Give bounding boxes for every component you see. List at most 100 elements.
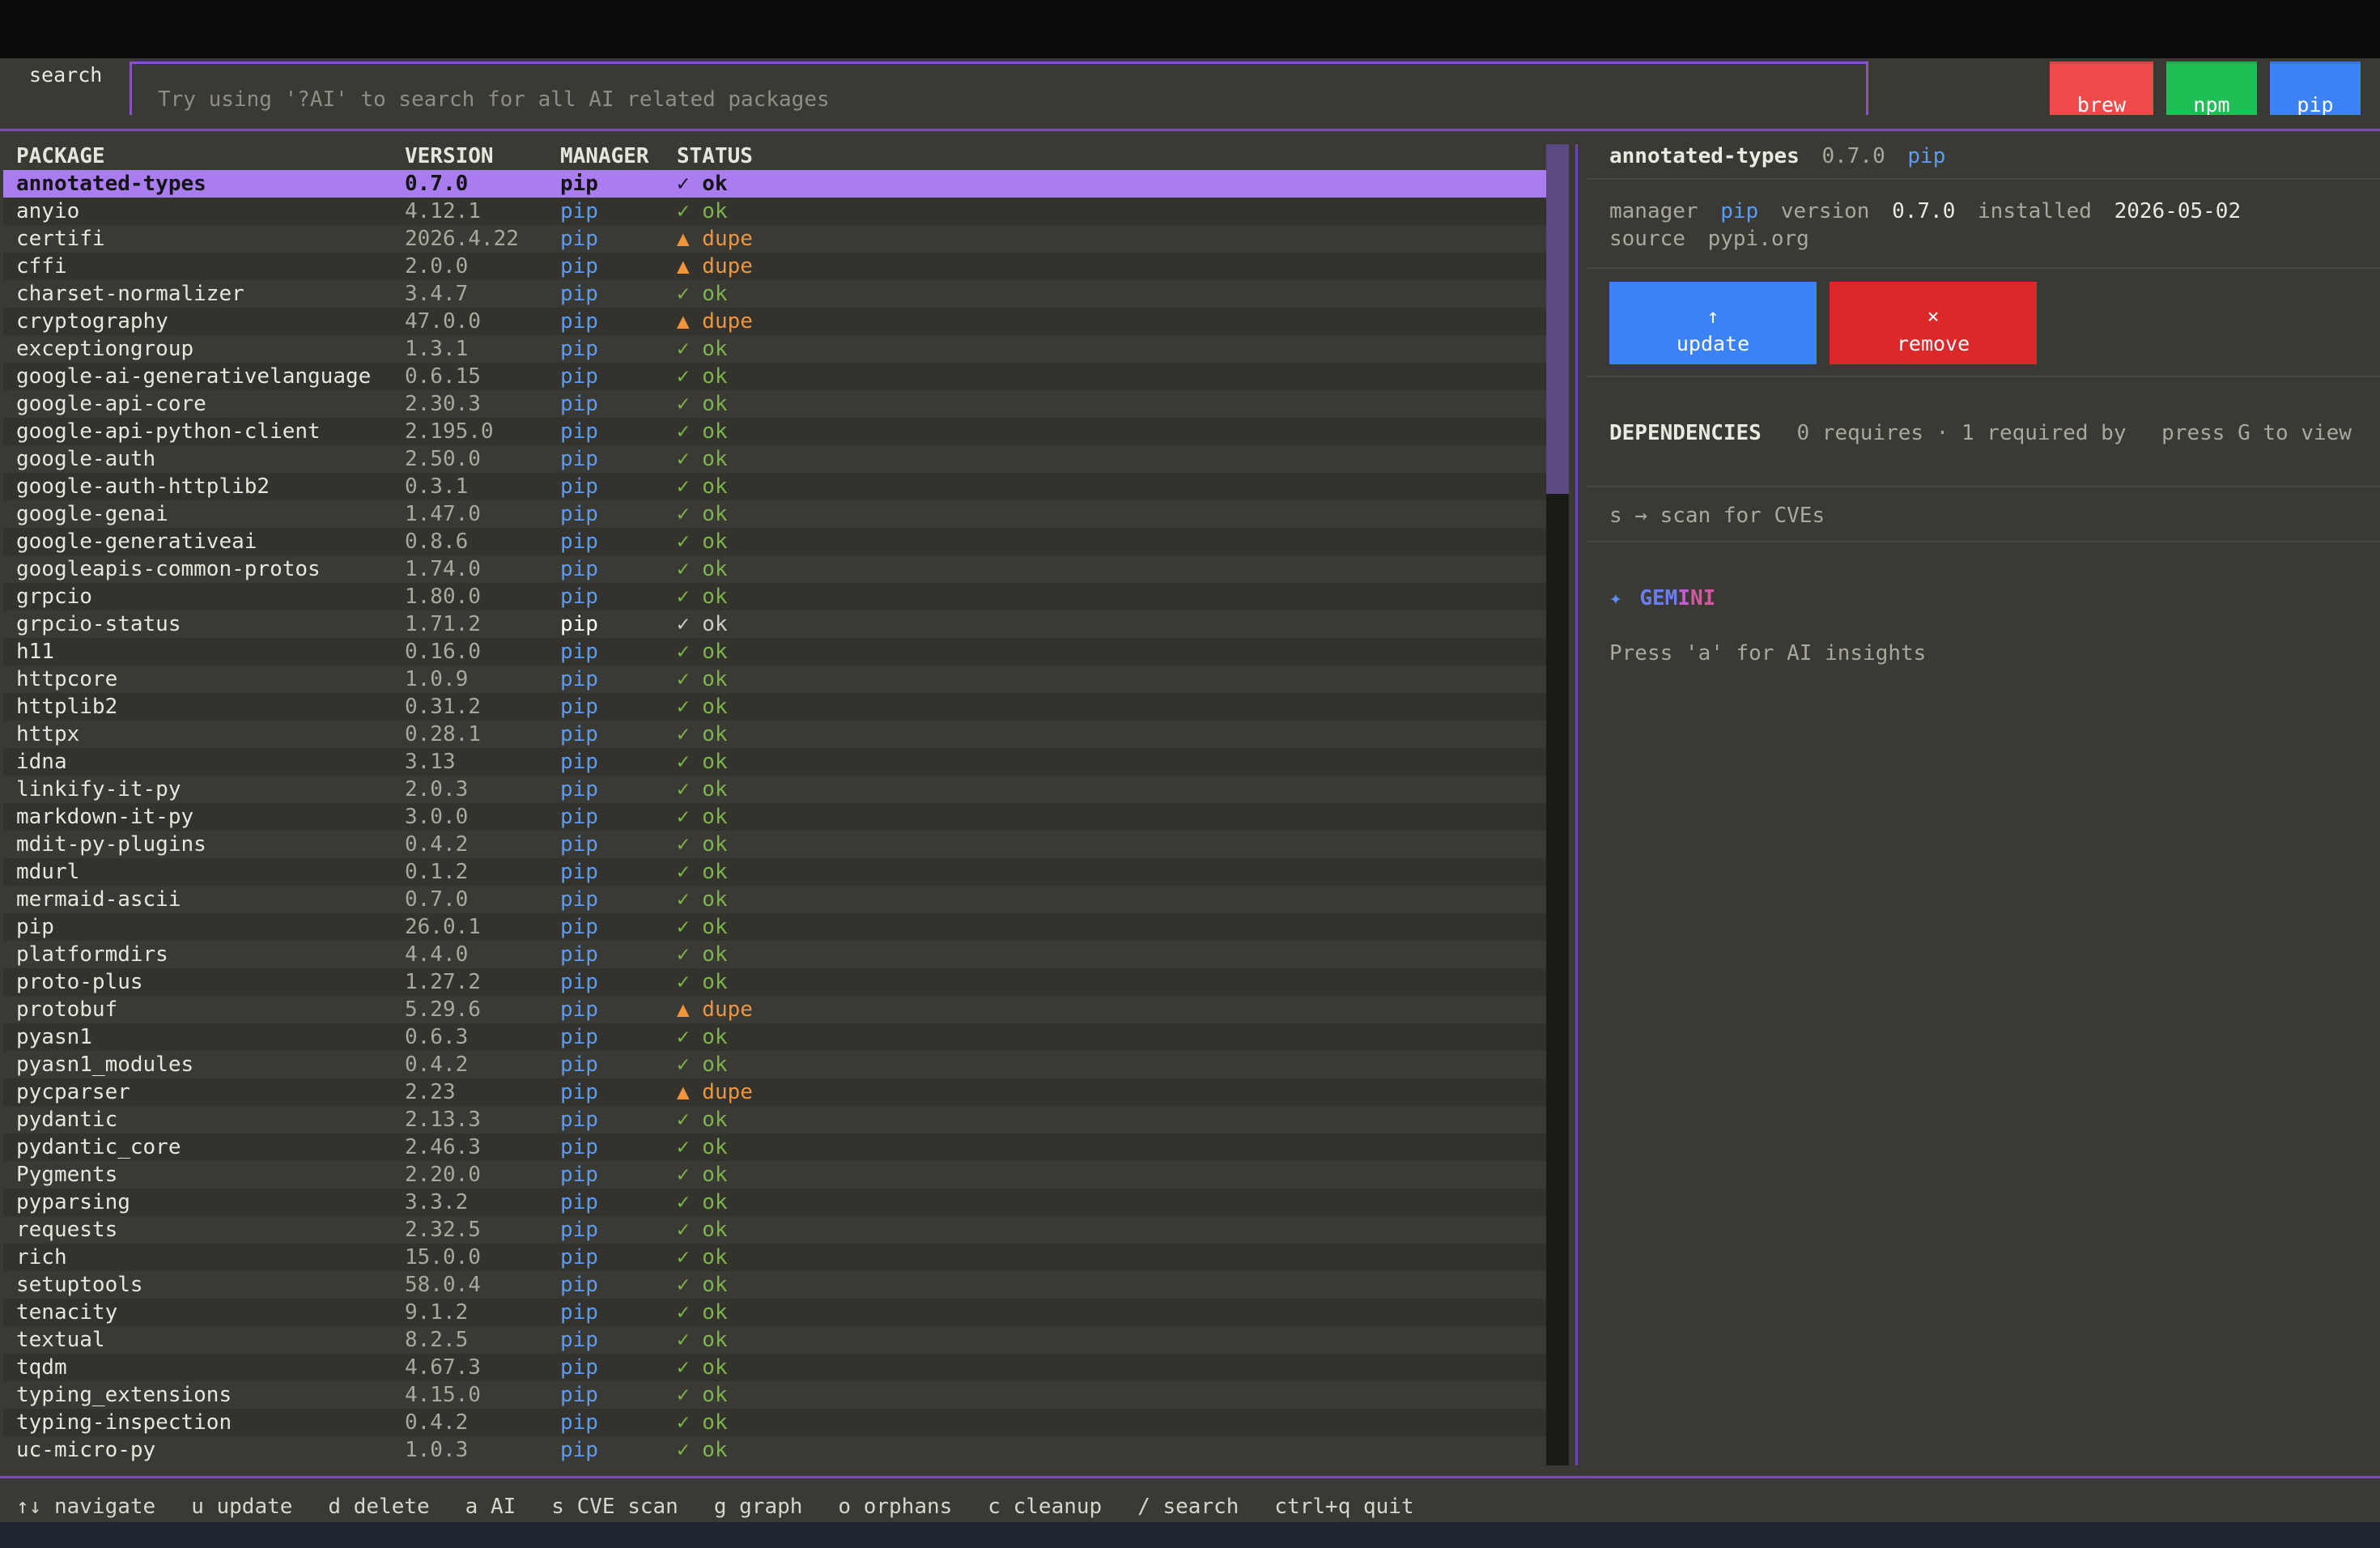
header-status[interactable]: STATUS: [677, 142, 753, 170]
key-hint-update[interactable]: u update: [191, 1493, 292, 1520]
table-row[interactable]: tqdm 4.67.3 pip ✓ ok: [3, 1354, 1546, 1381]
table-row[interactable]: mdit-py-plugins 0.4.2 pip ✓ ok: [3, 831, 1546, 858]
table-row[interactable]: protobuf 5.29.6 pip ▲ dupe: [3, 996, 1546, 1023]
table-row[interactable]: google-api-python-client 2.195.0 pip ✓ ok: [3, 418, 1546, 445]
search-box[interactable]: [130, 62, 1868, 116]
table-row[interactable]: pydantic 2.13.3 pip ✓ ok: [3, 1106, 1546, 1133]
table-row[interactable]: setuptools 58.0.4 pip ✓ ok: [3, 1271, 1546, 1299]
manager-cell: pip: [560, 227, 598, 251]
ai-insights-hint[interactable]: Press 'a' for AI insights: [1609, 640, 1926, 667]
key-hint-graph[interactable]: g graph: [714, 1493, 803, 1520]
table-row[interactable]: exceptiongroup 1.3.1 pip ✓ ok: [3, 335, 1546, 363]
status-cell: ▲ dupe: [677, 254, 753, 279]
table-row[interactable]: mdurl 0.1.2 pip ✓ ok: [3, 858, 1546, 886]
table-row[interactable]: pycparser 2.23 pip ▲ dupe: [3, 1078, 1546, 1106]
header-version[interactable]: VERSION: [405, 142, 494, 170]
key-hint-search[interactable]: / search: [1137, 1493, 1239, 1520]
cve-scan-hint[interactable]: s → scan for CVEs: [1609, 502, 1825, 529]
version-cell: 0.7.0: [405, 887, 469, 912]
package-name-cell: google-generativeai: [16, 529, 257, 554]
dependencies-hint[interactable]: press G to view: [2161, 421, 2352, 445]
package-name-cell: protobuf: [16, 997, 118, 1022]
table-row[interactable]: mermaid-ascii 0.7.0 pip ✓ ok: [3, 886, 1546, 913]
update-button[interactable]: ↑ update: [1609, 282, 1817, 364]
gemini-label-b: I: [1677, 586, 1690, 610]
table-row[interactable]: cryptography 47.0.0 pip ▲ dupe: [3, 308, 1546, 335]
table-row[interactable]: google-generativeai 0.8.6 pip ✓ ok: [3, 528, 1546, 555]
table-row[interactable]: platformdirs 4.4.0 pip ✓ ok: [3, 941, 1546, 968]
table-row[interactable]: httplib2 0.31.2 pip ✓ ok: [3, 693, 1546, 721]
version-cell: 2.30.3: [405, 392, 481, 416]
table-row[interactable]: typing-inspection 0.4.2 pip ✓ ok: [3, 1409, 1546, 1436]
remove-button[interactable]: × remove: [1830, 282, 2037, 364]
key-hint-cleanup[interactable]: c cleanup: [988, 1493, 1102, 1520]
table-row[interactable]: cffi 2.0.0 pip ▲ dupe: [3, 253, 1546, 280]
table-row[interactable]: requests 2.32.5 pip ✓ ok: [3, 1216, 1546, 1244]
table-row[interactable]: grpcio 1.80.0 pip ✓ ok: [3, 583, 1546, 610]
table-row[interactable]: googleapis-common-protos 1.74.0 pip ✓ ok: [3, 555, 1546, 583]
table-row[interactable]: Pygments 2.20.0 pip ✓ ok: [3, 1161, 1546, 1189]
header-manager[interactable]: MANAGER: [560, 142, 649, 170]
table-row[interactable]: pyasn1_modules 0.4.2 pip ✓ ok: [3, 1051, 1546, 1078]
manager-button-pip[interactable]: pip: [2270, 62, 2361, 115]
package-name-cell: anyio: [16, 199, 80, 223]
version-cell: 0.8.6: [405, 529, 469, 554]
table-row[interactable]: markdown-it-py 3.0.0 pip ✓ ok: [3, 803, 1546, 831]
table-row[interactable]: tenacity 9.1.2 pip ✓ ok: [3, 1299, 1546, 1326]
manager-cell: pip: [560, 447, 598, 471]
key-hint-cve-scan[interactable]: s CVE scan: [551, 1493, 678, 1520]
manager-button-npm[interactable]: npm: [2166, 62, 2257, 115]
status-cell: ✓ ok: [677, 1410, 728, 1435]
table-row[interactable]: google-auth 2.50.0 pip ✓ ok: [3, 445, 1546, 473]
table-row[interactable]: uc-micro-py 1.0.3 pip ✓ ok: [3, 1436, 1546, 1464]
package-name-cell: rich: [16, 1245, 67, 1269]
table-row[interactable]: charset-normalizer 3.4.7 pip ✓ ok: [3, 280, 1546, 308]
table-row[interactable]: httpcore 1.0.9 pip ✓ ok: [3, 666, 1546, 693]
package-name-cell: linkify-it-py: [16, 777, 181, 802]
table-row[interactable]: google-ai-generativelanguage 0.6.15 pip ✓ o…: [3, 363, 1546, 390]
manager-cell: pip: [560, 1190, 598, 1214]
scrollbar-thumb[interactable]: [1546, 144, 1569, 494]
key-hint-quit[interactable]: ctrl+q quit: [1274, 1493, 1413, 1520]
table-row[interactable]: textual 8.2.5 pip ✓ ok: [3, 1326, 1546, 1354]
version-cell: 47.0.0: [405, 309, 481, 334]
window-titlebar: [0, 0, 2380, 58]
table-row[interactable]: linkify-it-py 2.0.3 pip ✓ ok: [3, 776, 1546, 803]
table-row[interactable]: httpx 0.28.1 pip ✓ ok: [3, 721, 1546, 748]
table-row[interactable]: google-auth-httplib2 0.3.1 pip ✓ ok: [3, 473, 1546, 500]
table-scrollbar[interactable]: [1546, 144, 1569, 1465]
table-row[interactable]: annotated-types 0.7.0 pip ✓ ok: [3, 170, 1546, 198]
version-cell: 2.50.0: [405, 447, 481, 471]
manager-cell: pip: [560, 585, 598, 609]
package-name-cell: pydantic: [16, 1108, 118, 1132]
table-row[interactable]: pydantic_core 2.46.3 pip ✓ ok: [3, 1133, 1546, 1161]
table-row[interactable]: pyasn1 0.6.3 pip ✓ ok: [3, 1023, 1546, 1051]
manager-cell: pip: [560, 1080, 598, 1104]
gemini-heading: ✦ GEMINI: [1609, 585, 1715, 612]
table-row[interactable]: google-api-core 2.30.3 pip ✓ ok: [3, 390, 1546, 418]
search-input[interactable]: [132, 83, 1866, 116]
version-cell: 2.0.3: [405, 777, 469, 802]
package-table[interactable]: PACKAGE VERSION MANAGER STATUS annotated…: [3, 142, 1546, 1465]
table-row[interactable]: idna 3.13 pip ✓ ok: [3, 748, 1546, 776]
manager-button-brew[interactable]: brew: [2050, 62, 2153, 115]
table-row[interactable]: anyio 4.12.1 pip ✓ ok: [3, 198, 1546, 225]
table-row[interactable]: typing_extensions 4.15.0 pip ✓ ok: [3, 1381, 1546, 1409]
table-row[interactable]: pip 26.0.1 pip ✓ ok: [3, 913, 1546, 941]
package-name-cell: google-api-core: [16, 392, 206, 416]
table-row[interactable]: proto-plus 1.27.2 pip ✓ ok: [3, 968, 1546, 996]
key-hint-orphans[interactable]: o orphans: [838, 1493, 952, 1520]
status-cell: ✓ ok: [677, 392, 728, 416]
table-row[interactable]: h11 0.16.0 pip ✓ ok: [3, 638, 1546, 666]
header-package[interactable]: PACKAGE: [16, 142, 105, 170]
table-row[interactable]: google-genai 1.47.0 pip ✓ ok: [3, 500, 1546, 528]
status-cell: ✓ ok: [677, 1438, 728, 1462]
key-hint-navigate[interactable]: ↑↓ navigate: [16, 1493, 155, 1520]
table-row[interactable]: grpcio-status 1.71.2 pip ✓ ok: [3, 610, 1546, 638]
manager-cell: pip: [560, 970, 598, 994]
table-row[interactable]: certifi 2026.4.22 pip ▲ dupe: [3, 225, 1546, 253]
table-row[interactable]: pyparsing 3.3.2 pip ✓ ok: [3, 1189, 1546, 1216]
table-row[interactable]: rich 15.0.0 pip ✓ ok: [3, 1244, 1546, 1271]
key-hint-delete[interactable]: d delete: [328, 1493, 429, 1520]
key-hint-ai[interactable]: a AI: [465, 1493, 516, 1520]
